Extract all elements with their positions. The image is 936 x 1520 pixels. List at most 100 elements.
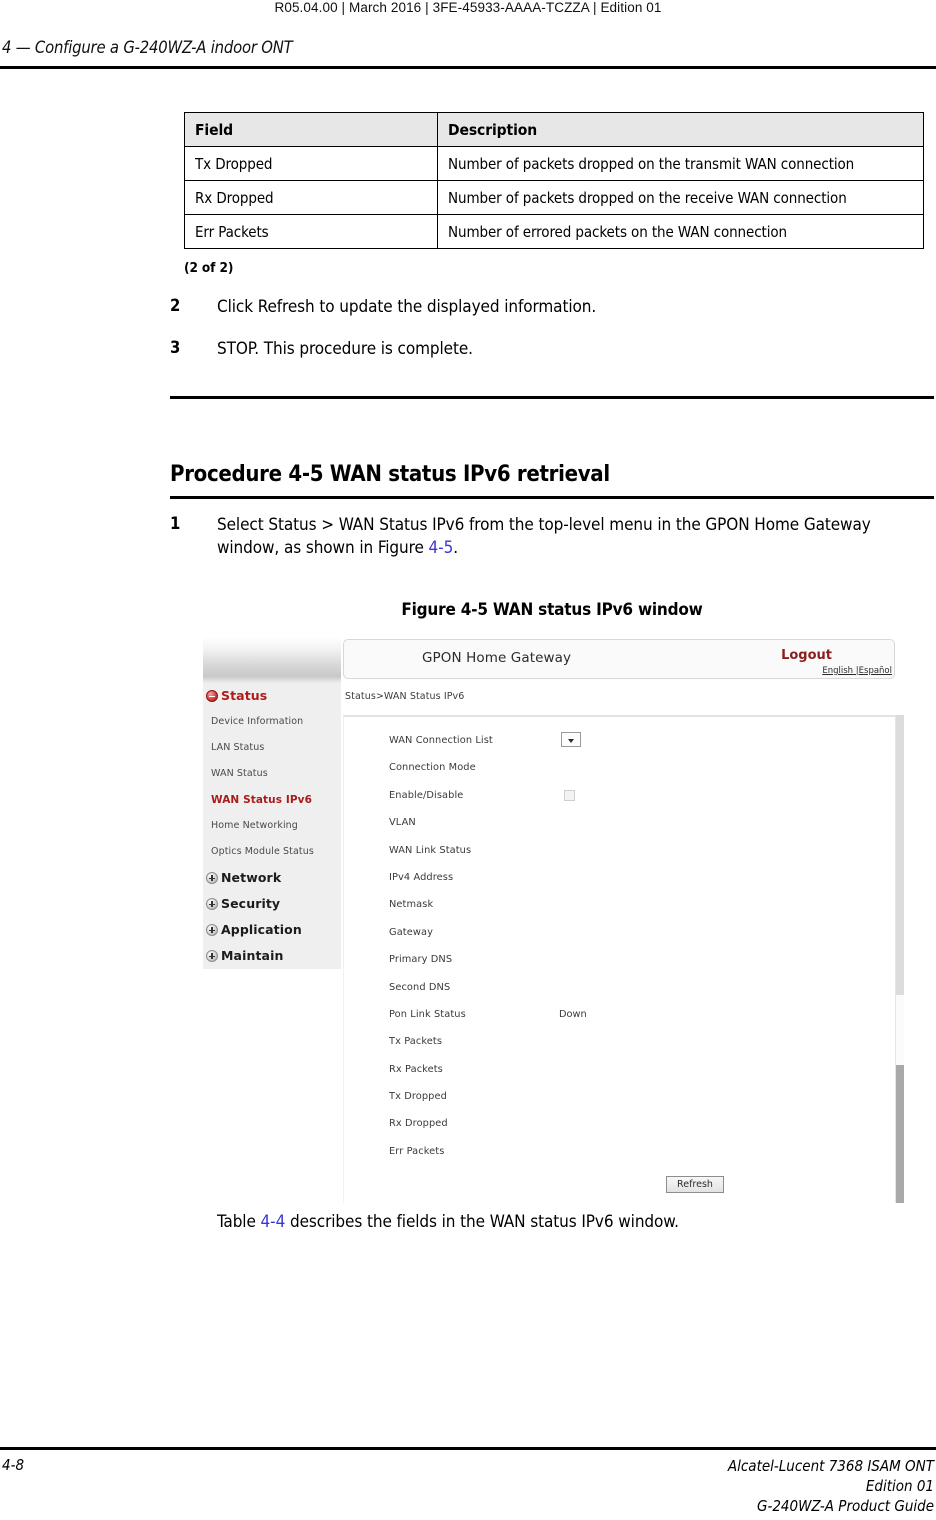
table-row: Tx Dropped Number of packets dropped on … — [184, 146, 924, 181]
footer-rule — [0, 1447, 936, 1450]
step-number: 1 — [170, 514, 181, 533]
field-label: Primary DNS — [389, 954, 453, 966]
cell-description: Number of packets dropped on the transmi… — [437, 146, 924, 181]
field-row-netmask: Netmask — [341, 899, 893, 926]
refresh-button[interactable]: Refresh — [666, 1176, 724, 1193]
sidebar-nav: Status Device Information LAN Status WAN… — [199, 637, 341, 969]
sidebar-item-label: Maintain — [221, 948, 284, 963]
footer-product-info: Alcatel-Lucent 7368 ISAM ONT Edition 01 … — [728, 1456, 934, 1516]
step-text: Click Refresh to update the displayed in… — [217, 297, 597, 317]
cell-field: Err Packets — [184, 214, 438, 249]
sidebar-item-wan-status[interactable]: WAN Status — [203, 761, 341, 787]
sidebar-item-network[interactable]: Network — [203, 865, 341, 891]
window-titlebar: GPON Home Gateway Logout English |Españo… — [343, 639, 895, 679]
sidebar-item-device-information[interactable]: Device Information — [203, 709, 341, 735]
sidebar-item-status[interactable]: Status — [203, 683, 341, 709]
column-header-field: Field — [184, 112, 438, 147]
field-row-vlan: VLAN — [341, 817, 893, 844]
sidebar-item-security[interactable]: Security — [203, 891, 341, 917]
brand-title: GPON Home Gateway — [422, 650, 572, 666]
page-number: 4-8 — [2, 1456, 25, 1474]
field-label: Tx Dropped — [389, 1091, 447, 1103]
table-reference-paragraph: Table 4-4 describes the fields in the WA… — [217, 1212, 679, 1232]
field-label: Second DNS — [389, 981, 451, 993]
field-row-err-packets: Err Packets — [341, 1146, 893, 1173]
sidebar-item-home-networking[interactable]: Home Networking — [203, 813, 341, 839]
sidebar-item-maintain[interactable]: Maintain — [203, 943, 341, 969]
field-label: WAN Link Status — [389, 844, 472, 856]
table-row: Rx Dropped Number of packets dropped on … — [184, 180, 924, 215]
plus-expander-icon[interactable] — [206, 950, 218, 962]
procedure-title: Procedure 4-5 WAN status IPv6 retrieval — [170, 462, 610, 487]
wan-connection-list-dropdown[interactable] — [561, 732, 581, 747]
field-value: Down — [559, 1008, 587, 1020]
sidebar-logo-area — [203, 637, 341, 683]
field-label: Pon Link Status — [389, 1008, 466, 1020]
sidebar-item-label: Security — [221, 896, 281, 911]
panel-scrollbar[interactable] — [895, 715, 904, 1203]
scrollbar-thumb-upper[interactable] — [896, 715, 904, 995]
enable-disable-checkbox[interactable] — [564, 789, 575, 801]
sidebar-item-label: LAN Status — [211, 742, 265, 753]
sidebar-item-label: WAN Status — [211, 768, 268, 779]
chapter-heading: 4 — Configure a G-240WZ-A indoor ONT — [2, 38, 293, 57]
figure-cross-reference[interactable]: 4-5 — [429, 538, 454, 558]
sidebar-item-lan-status[interactable]: LAN Status — [203, 735, 341, 761]
table-cross-reference[interactable]: 4-4 — [261, 1212, 286, 1232]
field-label: IPv4 Address — [389, 871, 454, 883]
field-row-wan-link-status: WAN Link Status — [341, 845, 893, 872]
procedure-title-rule — [170, 496, 934, 499]
field-label: Rx Dropped — [389, 1118, 448, 1130]
trail-part2: describes the fields in the WAN status I… — [285, 1212, 679, 1232]
sidebar-item-label: Status — [221, 688, 268, 703]
field-row-pon-link-status: Pon Link Status Down — [341, 1009, 893, 1036]
table-header-row: Field Description — [184, 112, 924, 147]
procedure-end-rule — [170, 396, 934, 399]
sidebar-item-label: Application — [221, 922, 302, 937]
language-switcher[interactable]: English |Español — [822, 666, 892, 676]
plus-expander-icon[interactable] — [206, 924, 218, 936]
field-row-gateway: Gateway — [341, 927, 893, 954]
logout-button[interactable]: Logout — [781, 648, 832, 663]
field-row-rx-packets: Rx Packets — [341, 1064, 893, 1091]
sidebar-item-label: Device Information — [211, 716, 304, 727]
plus-expander-icon[interactable] — [206, 872, 218, 884]
sidebar-item-label: Network — [221, 870, 282, 885]
table-continuation-note: (2 of 2) — [184, 260, 234, 276]
sidebar-item-label: Home Networking — [211, 820, 298, 831]
wan-status-ipv6-form: WAN Connection List Connection Mode Enab… — [341, 732, 893, 1173]
sidebar-menu-list: Status Device Information LAN Status WAN… — [203, 683, 341, 969]
trail-part1: Table — [217, 1212, 261, 1232]
sidebar-item-optics-module-status[interactable]: Optics Module Status — [203, 839, 341, 865]
sidebar-item-wan-status-ipv6[interactable]: WAN Status IPv6 — [203, 787, 341, 813]
scrollbar-thumb[interactable] — [896, 1065, 904, 1203]
footer-line-3: G-240WZ-A Product Guide — [757, 1497, 934, 1515]
plus-expander-icon[interactable] — [206, 898, 218, 910]
field-label: Gateway — [389, 926, 433, 938]
sidebar-item-label: Optics Module Status — [211, 846, 314, 857]
sidebar-item-application[interactable]: Application — [203, 917, 341, 943]
language-link-english[interactable]: English — [822, 666, 853, 676]
field-row-rx-dropped: Rx Dropped — [341, 1118, 893, 1145]
cell-field: Rx Dropped — [184, 180, 438, 215]
field-label: Err Packets — [389, 1145, 445, 1157]
minus-expander-icon[interactable] — [206, 690, 218, 702]
breadcrumb: Status>WAN Status IPv6 — [345, 691, 465, 702]
field-label: Rx Packets — [389, 1063, 443, 1075]
step-text: STOP. This procedure is complete. — [217, 339, 473, 359]
field-label: Tx Packets — [389, 1036, 443, 1048]
gpon-home-gateway-screenshot: Status Device Information LAN Status WAN… — [199, 637, 904, 1205]
figure-caption: Figure 4-5 WAN status IPv6 window — [401, 600, 703, 620]
language-link-espanol[interactable]: Español — [859, 666, 892, 676]
field-label: Enable/Disable — [389, 789, 464, 801]
field-row-tx-packets: Tx Packets — [341, 1036, 893, 1063]
field-row-tx-dropped: Tx Dropped — [341, 1091, 893, 1118]
field-label: VLAN — [389, 817, 416, 829]
field-row-primary-dns: Primary DNS — [341, 954, 893, 981]
sidebar-item-label: WAN Status IPv6 — [211, 794, 312, 806]
header-rule — [0, 66, 936, 69]
step-number: 3 — [170, 338, 181, 357]
step-text-part2: . — [453, 538, 458, 558]
footer-line-1: Alcatel-Lucent 7368 ISAM ONT — [727, 1457, 934, 1475]
field-label: WAN Connection List — [389, 735, 493, 746]
